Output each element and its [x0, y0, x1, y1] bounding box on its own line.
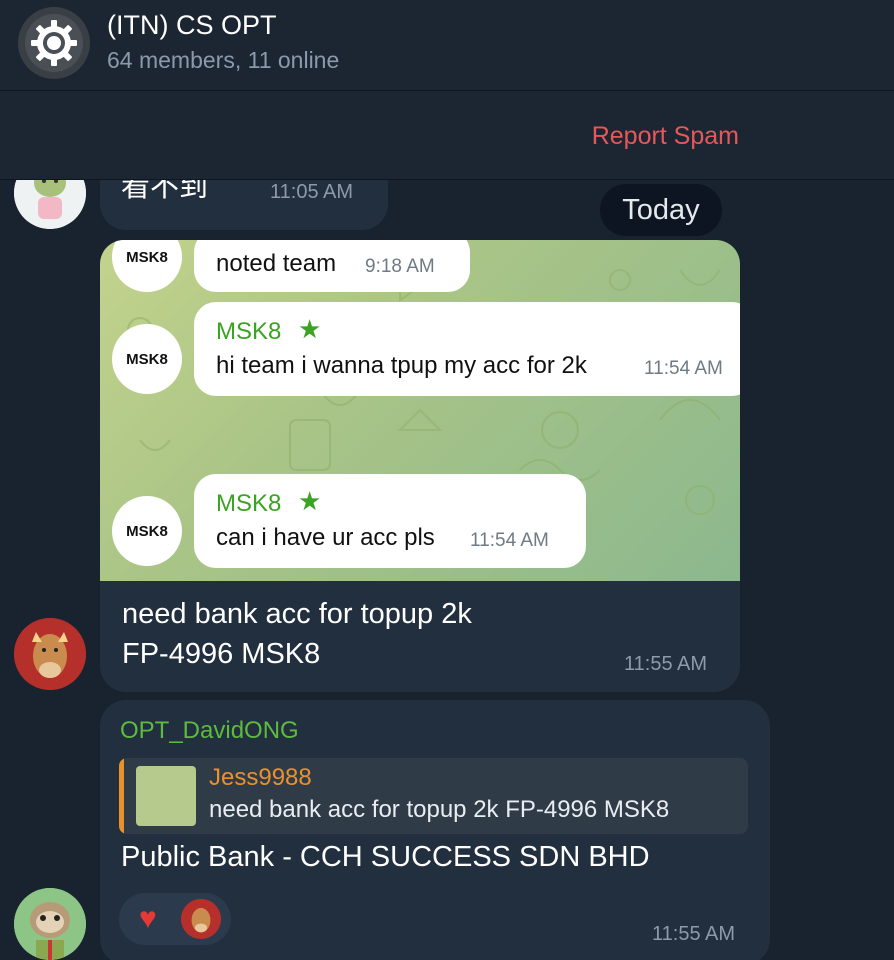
user-avatar[interactable]	[14, 180, 86, 229]
screenshot-text: hi team i wanna tpup my acc for 2k	[216, 352, 587, 379]
message-bubble[interactable]: 看不到 11:05 AM	[100, 180, 388, 230]
gear-logo-icon	[25, 14, 83, 72]
message-time: 11:05 AM	[270, 181, 354, 203]
reply-sender: Jess9988	[209, 764, 312, 791]
reactor-avatar	[181, 899, 221, 939]
horse-avatar-icon	[14, 618, 86, 690]
message-text: 看不到	[121, 180, 209, 203]
screenshot-time: 9:18 AM	[365, 256, 435, 277]
message-time: 11:55 AM	[652, 923, 736, 945]
screenshot-text: noted team	[216, 250, 337, 277]
chat-header[interactable]: (ITN) CS OPT 64 members, 11 online	[0, 0, 894, 90]
star-icon: ★	[298, 314, 322, 344]
report-spam-button[interactable]: Report Spam	[592, 122, 739, 151]
reply-text: need bank acc for topup 2k FP-4996 MSK8	[209, 796, 670, 823]
screenshot-text: can i have ur acc pls	[216, 524, 435, 551]
shrek-avatar-icon	[14, 180, 86, 229]
sender-name[interactable]: OPT_DavidONG	[120, 717, 299, 745]
reply-thumbnail	[136, 766, 196, 826]
group-avatar[interactable]	[18, 7, 90, 79]
star-icon: ★	[298, 486, 322, 516]
date-separator: Today	[600, 184, 722, 236]
message-text: need bank acc for topup 2k	[122, 598, 472, 630]
screenshot-time: 11:54 AM	[470, 530, 549, 551]
screenshot-bubble: noted team 9:18 AM	[194, 240, 470, 292]
screenshot-time: 11:54 AM	[644, 358, 723, 379]
screenshot-bubble: MSK8 ★ hi team i wanna tpup my acc for 2…	[194, 302, 740, 396]
report-spam-bar: Report Spam	[0, 91, 894, 179]
screenshot-bubble: MSK8 ★ can i have ur acc pls 11:54 AM	[194, 474, 586, 568]
message-text: FP-4996 MSK8	[122, 638, 321, 670]
screenshot-avatar: MSK8	[112, 496, 182, 566]
reply-accent-bar	[119, 758, 124, 834]
message-list[interactable]: 看不到 11:05 AM Today MSK8 noted team 9:18 …	[0, 180, 894, 960]
sloth-avatar-icon	[14, 888, 86, 960]
reply-preview[interactable]: Jess9988 need bank acc for topup 2k FP-4…	[119, 758, 748, 834]
horse-avatar-icon	[181, 899, 221, 939]
user-avatar[interactable]	[14, 888, 86, 960]
photo-attachment[interactable]: MSK8 noted team 9:18 AM MSK8 MSK8 ★ hi t…	[100, 240, 740, 581]
message-time: 11:55 AM	[624, 653, 708, 675]
member-count: 64 members, 11 online	[107, 47, 340, 73]
screenshot-sender: MSK8	[216, 318, 282, 345]
message-text: Public Bank - CCH SUCCESS SDN BHD	[121, 841, 650, 873]
screenshot-sender: MSK8	[216, 490, 282, 517]
chat-title: (ITN) CS OPT	[107, 10, 277, 40]
user-avatar[interactable]	[14, 618, 86, 690]
reaction-bar[interactable]: ♥	[119, 893, 231, 945]
screenshot-avatar: MSK8	[112, 324, 182, 394]
heart-icon[interactable]: ♥	[139, 902, 157, 936]
